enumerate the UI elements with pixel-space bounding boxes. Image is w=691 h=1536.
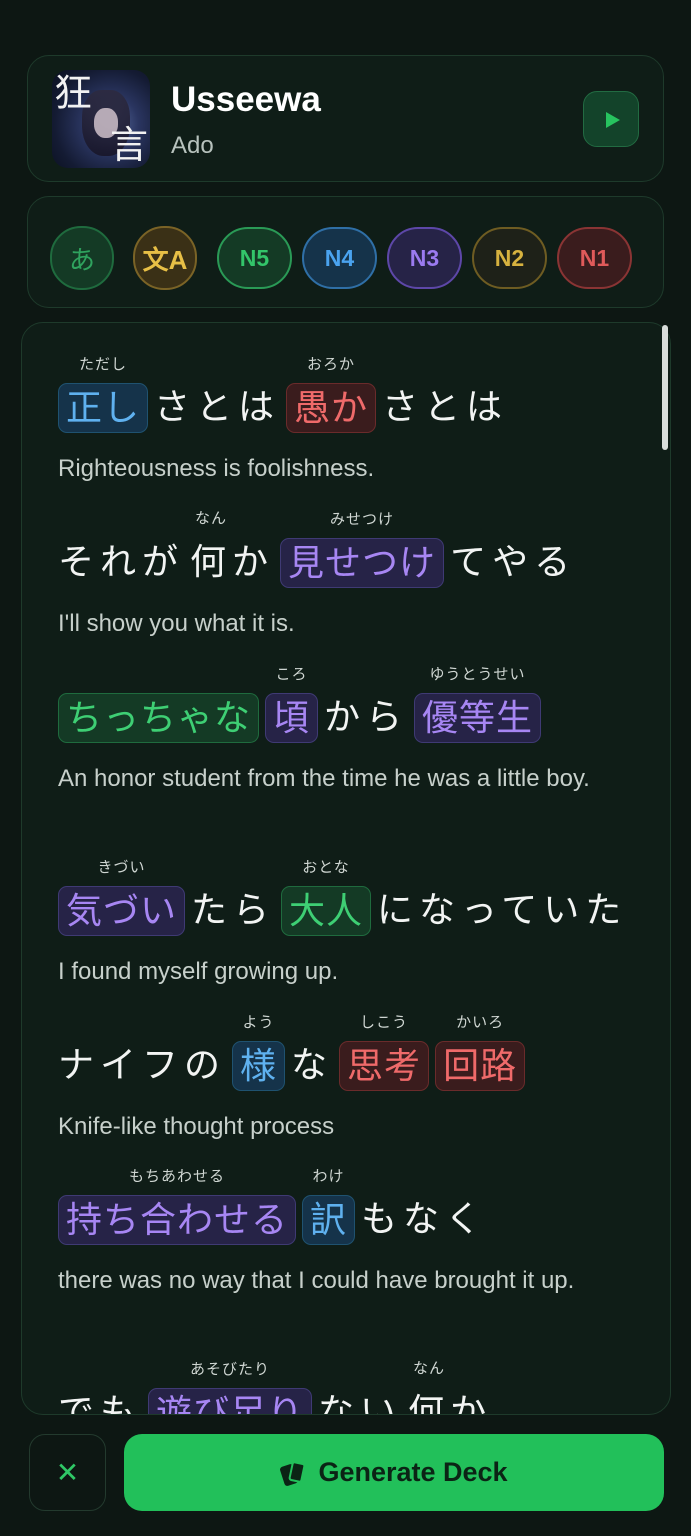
lyric-text: か — [450, 1392, 493, 1415]
play-icon — [606, 112, 620, 128]
lyric-text: たら — [191, 890, 276, 931]
vocab-word[interactable]: かいろ 回路 — [435, 1013, 526, 1091]
vocab-word[interactable]: おとな 大人 — [281, 858, 372, 936]
filter-n3[interactable]: N3 — [387, 227, 462, 289]
furigana: わけ — [312, 1167, 345, 1185]
filter-n3-label: N3 — [409, 244, 440, 271]
vocab-word[interactable]: ただし 正し — [58, 355, 149, 433]
vocab-word[interactable]: ゆうとうせい 優等生 — [414, 665, 542, 743]
lyric-text: それが — [58, 542, 185, 583]
furigana: しこう — [360, 1013, 409, 1031]
filter-hiragana[interactable]: あ — [50, 226, 114, 290]
translation: I found myself growing up. — [58, 958, 339, 985]
filter-n1[interactable]: N1 — [557, 227, 632, 289]
furigana: みせつけ — [330, 510, 395, 528]
furigana: なん — [195, 509, 228, 527]
lyric-text: から — [324, 697, 409, 738]
furigana: なん — [413, 1359, 446, 1377]
lyric-text: になっていた — [377, 890, 628, 931]
song-card: 狂 言 Usseewa Ado — [27, 55, 664, 182]
lyric-text: もなく — [361, 1199, 488, 1240]
vocab-word[interactable]: よう 様 — [232, 1013, 286, 1091]
song-artist: Ado — [171, 132, 214, 159]
cover-text-bottom: 言 — [110, 123, 149, 167]
translation: Knife-like thought process — [58, 1113, 335, 1140]
vocab-word[interactable]: きづい 気づい — [58, 858, 186, 936]
lyric-text: さとは — [154, 387, 281, 428]
cards-icon — [279, 1460, 307, 1487]
translation: there was no way that I could have broug… — [58, 1267, 575, 1294]
filter-n4[interactable]: N4 — [302, 227, 377, 289]
album-cover: 狂 言 — [52, 70, 150, 168]
lyric-text: か — [232, 542, 275, 583]
vocab-word[interactable]: あそびたり 遊び足り — [148, 1360, 313, 1414]
filter-n4-label: N4 — [324, 244, 355, 271]
translation: An honor student from the time he was a … — [58, 765, 590, 792]
furigana: よう — [242, 1013, 275, 1031]
furigana: もちあわせる — [129, 1167, 226, 1185]
lyric-text: さとは — [382, 387, 509, 428]
furigana: ころ — [275, 665, 308, 683]
translation: I'll show you what it is. — [58, 610, 295, 637]
filter-n1-label: N1 — [579, 244, 610, 271]
lyric-text: でも — [58, 1392, 143, 1415]
vocab-word[interactable]: ころ 頃 — [265, 665, 319, 743]
filter-hiragana-label: あ — [68, 245, 95, 276]
translation: Righteousness is foolishness. — [58, 455, 375, 482]
furigana: ゆうとうせい — [429, 665, 526, 683]
generate-deck-label: Generate Deck — [318, 1457, 508, 1487]
cover-text-top: 狂 — [54, 71, 93, 115]
filter-n2[interactable]: N2 — [472, 227, 547, 289]
furigana: おろか — [307, 355, 356, 373]
vocab-word[interactable]: おろか 愚か — [286, 355, 377, 433]
vocab-word[interactable]: みせつけ 見せつけ — [280, 510, 445, 588]
lyric-text: な — [291, 1045, 334, 1086]
scrollbar[interactable] — [662, 325, 668, 450]
lyric-text[interactable]: なん 何 — [408, 1359, 450, 1414]
generate-deck-button[interactable]: Generate Deck — [124, 1434, 664, 1511]
furigana: きづい — [97, 858, 146, 876]
furigana: かいろ — [456, 1013, 505, 1031]
filter-grammar[interactable]: 文A — [133, 226, 197, 290]
play-button[interactable] — [583, 91, 639, 147]
vocab-word[interactable]: わけ 訳 — [302, 1167, 356, 1245]
level-filter-bar: あ 文A N5 N4 N3 N2 N1 — [27, 196, 664, 308]
furigana: ただし — [79, 355, 128, 373]
lyric-text[interactable]: なん 何 — [190, 509, 232, 588]
vocab-word[interactable]: ちっちゃな — [58, 693, 260, 743]
close-icon: ✕ — [55, 1456, 80, 1489]
vocab-word[interactable]: もちあわせる 持ち合わせる — [58, 1167, 297, 1245]
lyric-text: ナイフの — [58, 1045, 227, 1086]
filter-n2-label: N2 — [494, 244, 525, 271]
furigana: おとな — [302, 858, 350, 876]
filter-grammar-label: 文A — [142, 244, 188, 275]
lyric-text: てやる — [450, 542, 577, 583]
vocab-word[interactable]: しこう 思考 — [339, 1013, 430, 1091]
lyrics-panel[interactable]: ただし 正し さとは おろか 愚か さとは Righteousness is f… — [21, 322, 671, 1415]
close-button[interactable]: ✕ — [29, 1434, 106, 1511]
song-title: Usseewa — [171, 80, 321, 119]
filter-n5-label: N5 — [239, 244, 270, 271]
filter-n5[interactable]: N5 — [217, 227, 292, 289]
furigana: あそびたり — [190, 1360, 271, 1378]
lyric-text: ない — [318, 1392, 403, 1415]
